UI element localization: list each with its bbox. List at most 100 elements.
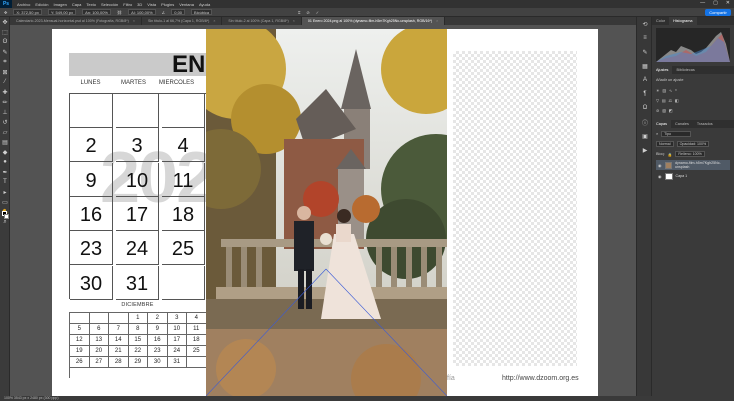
opacity-field[interactable]: Opacidad: 100% [676, 141, 710, 147]
canvas-area[interactable]: 2024 ENERO LUNES MARTES MIERCOLES 234910… [10, 25, 636, 396]
healing-tool-icon[interactable]: ✚ [0, 87, 10, 97]
menu-plugins[interactable]: Plugins [161, 2, 174, 7]
history-icon[interactable]: ⟲ [637, 17, 653, 31]
y-field[interactable]: Y: 549,00 px [47, 9, 77, 15]
tab-histogram[interactable]: Histograma [669, 17, 697, 25]
tab-color[interactable]: Color [652, 17, 669, 25]
tab-paths[interactable]: Trazados [693, 120, 717, 128]
width-field[interactable]: An: 100,00% [82, 9, 111, 15]
history-brush-tool-icon[interactable]: ↺ [0, 117, 10, 127]
confirm-transform-button[interactable]: ✓ [316, 10, 319, 15]
blend-mode-select[interactable]: Normal [656, 141, 674, 147]
menu-3d[interactable]: 3D [137, 2, 142, 7]
warp-icon[interactable]: ⌗ [298, 10, 300, 15]
bw-icon[interactable]: ◧ [675, 98, 679, 103]
shape-tool-icon[interactable]: ▭ [0, 197, 10, 207]
color-balance-icon[interactable]: ⚖ [669, 98, 672, 103]
tab-calendario[interactable]: Calendario-2023-Mensual-horizontal.psd a… [10, 17, 142, 25]
photoshop-logo[interactable]: Ps [0, 0, 12, 8]
marquee-tool-icon[interactable]: ⬚ [0, 27, 10, 37]
fill-field[interactable]: Relleno: 100% [675, 151, 705, 157]
interpolation-select[interactable]: Bicúbica [191, 9, 213, 15]
glyphs-icon[interactable]: Ω [637, 101, 653, 115]
properties-icon[interactable]: ≡ [637, 31, 653, 45]
eraser-tool-icon[interactable]: ▱ [0, 127, 10, 137]
minimize-button[interactable]: — [700, 0, 705, 8]
menu-capa[interactable]: Capa [72, 2, 82, 7]
eye-icon[interactable]: ◉ [658, 163, 662, 168]
menu-texto[interactable]: Texto [86, 2, 96, 7]
brush-settings-icon[interactable]: ✎ [637, 45, 653, 59]
character-icon[interactable]: A [637, 73, 653, 87]
tab-libraries[interactable]: Bibliotecas [672, 66, 698, 74]
cancel-transform-button[interactable]: ⊘ [306, 10, 309, 15]
menu-ventana[interactable]: Ventana [179, 2, 194, 7]
exposure-icon[interactable]: ◐ [675, 88, 677, 92]
close-tab-icon[interactable]: × [436, 19, 438, 23]
menu-filtro[interactable]: Filtro [123, 2, 132, 7]
menu-imagen[interactable]: Imagen [53, 2, 66, 7]
menu-seleccion[interactable]: Selección [101, 2, 118, 7]
close-button[interactable]: ✕ [726, 0, 730, 8]
tab-layers[interactable]: Capas [652, 120, 671, 128]
close-tab-icon[interactable]: × [133, 19, 135, 23]
filter-icon[interactable]: ⌕ [656, 132, 658, 136]
mini-day-cell: 26 [70, 357, 90, 368]
mini-day-cell: 31 [167, 357, 187, 368]
stamp-tool-icon[interactable]: ⊥ [0, 107, 10, 117]
hue-icon[interactable]: ▤ [662, 98, 666, 103]
mini-day-cell: 21 [109, 346, 129, 357]
tab-sin-titulo-1[interactable]: Sin título-1 al 66,7% (Capa 1, RGB/8*) × [142, 17, 223, 25]
threshold-icon[interactable]: ◩ [669, 108, 673, 113]
tab-sin-titulo-2[interactable]: Sin título-2 al 100% (Capa 1, RGB/8*) × [222, 17, 302, 25]
crop-tool-icon[interactable]: ⌗ [0, 57, 10, 67]
brush-tool-icon[interactable]: ✏ [0, 97, 10, 107]
calendar-page-right: fía http://www.dzoom.org.es [447, 29, 598, 396]
info-icon[interactable]: ⓘ [637, 115, 653, 129]
pen-tool-icon[interactable]: ✒ [0, 167, 10, 177]
maximize-button[interactable]: ▢ [713, 0, 718, 8]
close-tab-icon[interactable]: × [293, 19, 295, 23]
menu-edicion[interactable]: Edición [35, 2, 48, 7]
vibrance-icon[interactable]: ▽ [656, 98, 659, 103]
curves-icon[interactable]: ∿ [669, 88, 672, 93]
x-field[interactable]: X: 372,50 px [13, 9, 42, 15]
actions-icon[interactable]: ▶ [637, 143, 653, 157]
layer-photo[interactable]: ◉ dynamo-film-h5m7Kgh25Nc-unsplash [656, 160, 730, 170]
height-field[interactable]: Al: 100,00% [128, 9, 156, 15]
path-select-tool-icon[interactable]: ▸ [0, 187, 10, 197]
link-icon[interactable]: ⛓ [117, 10, 122, 15]
lasso-tool-icon[interactable]: ʘ [0, 37, 10, 47]
wedding-photo[interactable] [206, 29, 447, 396]
menu-ayuda[interactable]: Ayuda [199, 2, 210, 7]
swatches-icon[interactable]: ▦ [637, 59, 653, 73]
background-color-swatch[interactable] [4, 214, 9, 219]
menu-archivo[interactable]: Archivo [17, 2, 30, 7]
tab-adjustments[interactable]: Ajustes [652, 66, 673, 74]
blur-tool-icon[interactable]: ◆ [0, 147, 10, 157]
tab-channels[interactable]: Canales [671, 120, 693, 128]
dodge-tool-icon[interactable]: ● [0, 157, 10, 167]
menu-vista[interactable]: Vista [147, 2, 156, 7]
lock-icon[interactable]: 🔒 [668, 152, 673, 157]
tab-enero-2024[interactable]: 01 Enero 2024.png al 100% (dynamo-film-h… [301, 17, 446, 25]
type-tool-icon[interactable]: T [0, 177, 10, 187]
brightness-icon[interactable]: ☀ [656, 88, 659, 93]
share-button[interactable]: Compartir [705, 9, 731, 16]
quick-select-tool-icon[interactable]: ✎ [0, 47, 10, 57]
gradient-tool-icon[interactable]: ▤ [0, 137, 10, 147]
frame-tool-icon[interactable]: ⊠ [0, 67, 10, 77]
eyedropper-tool-icon[interactable]: ⁄ [0, 77, 10, 87]
libraries-icon[interactable]: ▣ [637, 129, 653, 143]
angle-field[interactable]: 0,00 [171, 9, 186, 15]
eye-icon[interactable]: ◉ [658, 174, 662, 179]
day-cell [70, 94, 113, 128]
levels-icon[interactable]: ▥ [662, 88, 666, 93]
paragraph-icon[interactable]: ¶ [637, 87, 653, 101]
layer-kind-select[interactable]: Tipo [661, 131, 692, 137]
posterize-icon[interactable]: ▧ [662, 108, 666, 113]
close-tab-icon[interactable]: × [213, 19, 215, 23]
move-tool-icon[interactable]: ✥ [0, 17, 10, 27]
layer-capa-1[interactable]: ◉ Capa 1 [656, 171, 730, 181]
invert-icon[interactable]: ⊘ [656, 108, 659, 113]
